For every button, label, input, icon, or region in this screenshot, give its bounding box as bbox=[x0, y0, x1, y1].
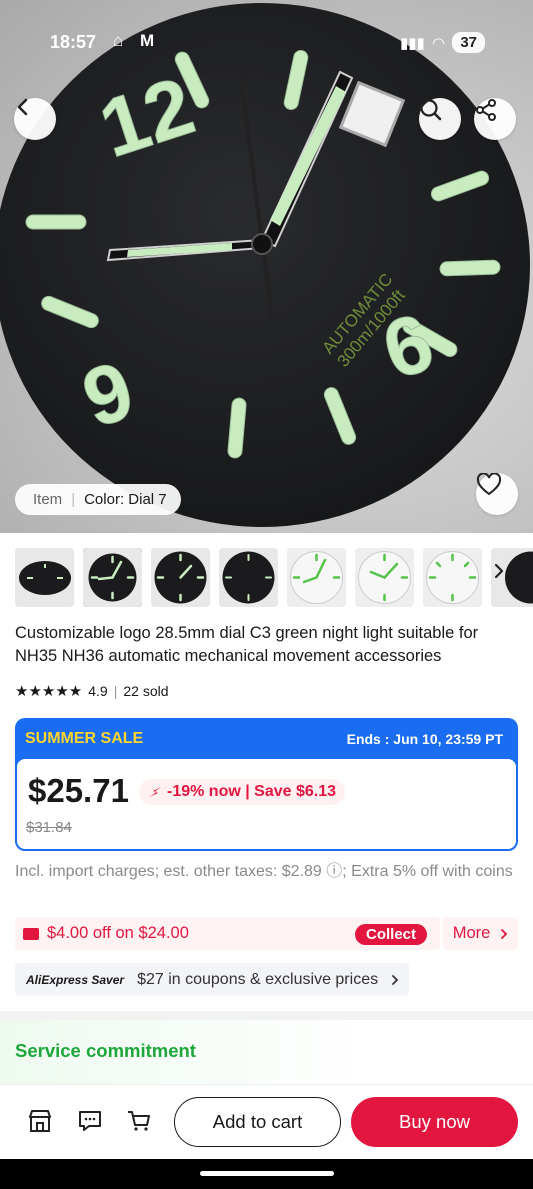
status-notification-icons: ⌂ M bbox=[113, 31, 161, 50]
thumbnail-strip bbox=[15, 548, 533, 608]
more-coupons-button[interactable]: More bbox=[443, 917, 518, 950]
coupon-text: $4.00 off on $24.00 bbox=[47, 924, 189, 942]
rating-stars-icon: ★★★★★ bbox=[15, 683, 83, 700]
system-nav-bar bbox=[0, 1159, 533, 1189]
thumbnail-next-button[interactable] bbox=[492, 562, 506, 586]
variant-chip[interactable]: Item | Color: Dial 7 bbox=[15, 484, 181, 515]
service-commitment-section[interactable]: Service commitment bbox=[0, 1020, 533, 1084]
variant-chip-value: Color: Dial 7 bbox=[84, 491, 167, 508]
sale-card: SUMMER SALE Ends : Jun 10, 23:59 PT $25.… bbox=[15, 718, 518, 851]
wifi-icon: ◠ bbox=[432, 34, 445, 52]
chevron-right-icon bbox=[501, 928, 508, 939]
coupon-row[interactable]: $4.00 off on $24.00 Collect bbox=[15, 917, 440, 950]
store-button[interactable] bbox=[26, 1107, 54, 1135]
product-image[interactable]: 12 6 9 AUTOMATIC 300m/1000ft 18:57 ⌂ M ▮… bbox=[0, 0, 533, 533]
current-price: $25.71 bbox=[28, 772, 129, 809]
thumbnail-6[interactable] bbox=[355, 548, 414, 607]
status-bar: 18:57 ⌂ M ▮▮▮ ◠ 37 bbox=[0, 28, 533, 58]
watch-dial-image: 12 6 9 AUTOMATIC 300m/1000ft bbox=[0, 3, 530, 527]
import-charges-note[interactable]: Incl. import charges; est. other taxes: … bbox=[15, 861, 520, 883]
more-label: More bbox=[452, 924, 491, 942]
heart-icon bbox=[476, 473, 502, 496]
saver-text: $27 in coupons & exclusive prices bbox=[137, 970, 379, 988]
rating-separator: | bbox=[113, 683, 118, 699]
chat-icon bbox=[79, 1111, 101, 1131]
share-icon bbox=[476, 99, 496, 121]
add-to-cart-button[interactable]: Add to cart bbox=[174, 1097, 341, 1147]
sale-name: SUMMER SALE bbox=[25, 729, 144, 747]
thumbnail-4[interactable] bbox=[219, 548, 278, 607]
chevron-right-icon bbox=[392, 974, 399, 985]
aliexpress-saver-logo: AliExpress Saver bbox=[26, 972, 125, 987]
store-icon bbox=[29, 1110, 51, 1132]
thumbnail-7[interactable] bbox=[423, 548, 482, 607]
discount-badge: -19% now | Save $6.13 bbox=[139, 779, 346, 805]
chevron-right-icon bbox=[494, 563, 504, 579]
home-indicator[interactable] bbox=[200, 1171, 334, 1176]
cart-button[interactable] bbox=[125, 1107, 153, 1135]
signal-icon: ▮▮▮ bbox=[400, 34, 425, 52]
back-button[interactable] bbox=[14, 98, 56, 140]
battery-indicator: 37 bbox=[452, 32, 485, 53]
message-button[interactable] bbox=[76, 1107, 104, 1135]
thumbnail-3[interactable] bbox=[151, 548, 210, 607]
original-price: $31.84 bbox=[26, 819, 72, 836]
search-button[interactable] bbox=[419, 98, 461, 140]
status-time: 18:57 bbox=[50, 32, 97, 52]
thumbnail-1[interactable] bbox=[15, 548, 74, 607]
search-icon bbox=[420, 99, 442, 121]
cart-icon bbox=[128, 1111, 150, 1131]
sale-body: $25.71 -19% now | Save $6.13 $31.84 bbox=[17, 759, 516, 849]
bottom-action-bar: Add to cart Buy now bbox=[0, 1084, 533, 1159]
wishlist-button[interactable] bbox=[476, 473, 518, 515]
rating-row[interactable]: ★★★★★ 4.9 | 22 sold bbox=[15, 682, 169, 700]
thumbnail-5[interactable] bbox=[287, 548, 346, 607]
service-commitment-title: Service commitment bbox=[15, 1040, 196, 1061]
product-title: Customizable logo 28.5mm dial C3 green n… bbox=[15, 624, 479, 665]
share-button[interactable] bbox=[474, 98, 516, 140]
thumbnail-2[interactable] bbox=[83, 548, 142, 607]
variant-chip-separator: | bbox=[71, 491, 76, 508]
rating-value: 4.9 bbox=[88, 683, 108, 699]
coupon-icon bbox=[23, 927, 39, 940]
buy-now-button[interactable]: Buy now bbox=[351, 1097, 518, 1147]
sold-count: 22 sold bbox=[123, 683, 169, 699]
product-page: 12 6 9 AUTOMATIC 300m/1000ft 18:57 ⌂ M ▮… bbox=[0, 0, 533, 1189]
discount-text: -19% now | Save $6.13 bbox=[167, 783, 337, 800]
chevron-left-icon bbox=[17, 98, 28, 116]
down-arrow-icon bbox=[149, 787, 161, 797]
sale-ends: Ends : Jun 10, 23:59 PT bbox=[346, 730, 503, 747]
section-divider bbox=[0, 1011, 533, 1020]
sale-header: SUMMER SALE Ends : Jun 10, 23:59 PT bbox=[15, 718, 518, 759]
variant-chip-label: Item bbox=[33, 491, 63, 508]
collect-button[interactable]: Collect bbox=[354, 924, 427, 945]
status-right-icons: ▮▮▮ ◠ 37 bbox=[400, 32, 485, 53]
aliexpress-saver-row[interactable]: AliExpress Saver $27 in coupons & exclus… bbox=[15, 963, 409, 996]
